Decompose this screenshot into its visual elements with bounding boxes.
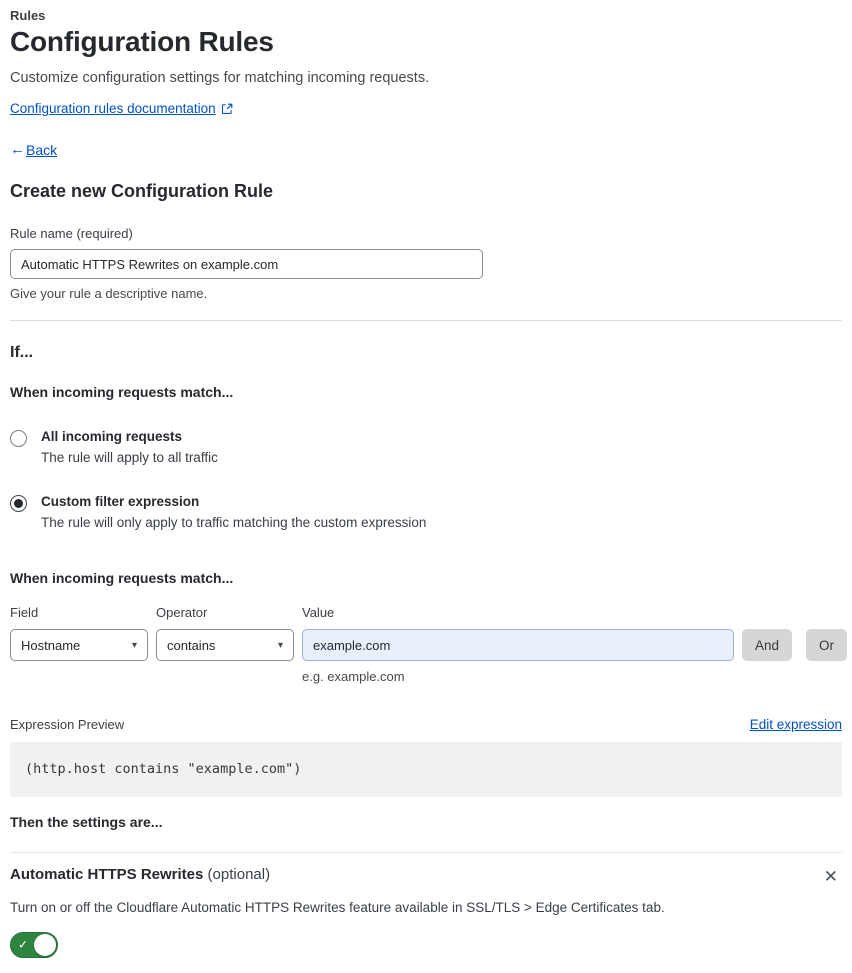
spacer-label bbox=[742, 605, 847, 620]
back-link[interactable]: Back bbox=[26, 142, 57, 158]
match-heading: When incoming requests match... bbox=[10, 384, 234, 400]
page-title: Configuration Rules bbox=[10, 26, 274, 57]
radio-label: Custom filter expression bbox=[41, 494, 200, 509]
rule-name-group: Rule name (required) Give your rule a de… bbox=[10, 226, 842, 301]
radio-option-custom-filter[interactable]: Custom filter expression The rule will o… bbox=[10, 494, 842, 530]
rule-name-label: Rule name (required) bbox=[10, 226, 133, 241]
field-column: Field Hostname ▾ bbox=[10, 605, 148, 661]
expression-builder-row: Field Hostname ▾ Operator contains ▾ Val… bbox=[10, 605, 848, 684]
and-or-buttons: And Or bbox=[742, 629, 848, 661]
radio-option-text: All incoming requests The rule will appl… bbox=[41, 429, 218, 465]
breadcrumb: Rules bbox=[10, 8, 46, 23]
create-rule-title: Create new Configuration Rule bbox=[10, 181, 274, 201]
expression-preview-row: Expression Preview Edit expression bbox=[10, 717, 842, 732]
value-label: Value bbox=[302, 605, 335, 620]
radio-button-selected[interactable] bbox=[10, 495, 27, 512]
and-or-column: And Or bbox=[742, 605, 848, 661]
close-icon[interactable]: ✕ bbox=[820, 866, 842, 887]
expression-preview-code: (http.host contains "example.com") bbox=[10, 742, 842, 797]
value-help: e.g. example.com bbox=[302, 669, 405, 684]
documentation-link[interactable]: Configuration rules documentation bbox=[10, 101, 216, 116]
radio-button-unselected[interactable] bbox=[10, 430, 27, 447]
value-input[interactable] bbox=[302, 629, 734, 661]
or-button[interactable]: Or bbox=[806, 629, 848, 661]
field-label: Field bbox=[10, 605, 39, 620]
rule-name-help: Give your rule a descriptive name. bbox=[10, 286, 208, 301]
expression-builder-heading: When incoming requests match... bbox=[10, 570, 234, 586]
rule-name-input[interactable] bbox=[10, 249, 483, 279]
radio-dot bbox=[14, 499, 23, 508]
field-select-value: Hostname bbox=[21, 637, 81, 653]
and-button[interactable]: And bbox=[742, 629, 793, 661]
setting-description: Turn on or off the Cloudflare Automatic … bbox=[10, 900, 665, 915]
setting-title: Automatic HTTPS Rewrites bbox=[10, 866, 204, 883]
field-select[interactable]: Hostname ▾ bbox=[10, 629, 148, 661]
automatic-https-rewrites-toggle[interactable]: ✓ bbox=[10, 932, 58, 958]
external-link-icon bbox=[221, 103, 233, 115]
operator-select[interactable]: contains ▾ bbox=[156, 629, 294, 661]
setting-divider bbox=[10, 852, 842, 853]
radio-description: The rule will only apply to traffic matc… bbox=[41, 515, 427, 530]
back-link-row: ← Back bbox=[10, 141, 842, 158]
expression-preview-label: Expression Preview bbox=[10, 717, 125, 732]
radio-option-text: Custom filter expression The rule will o… bbox=[41, 494, 426, 530]
operator-column: Operator contains ▾ bbox=[156, 605, 294, 661]
configuration-rules-page: Rules Configuration Rules Customize conf… bbox=[0, 0, 852, 973]
chevron-down-icon: ▾ bbox=[131, 639, 137, 651]
if-section-title: If... bbox=[10, 344, 34, 361]
toggle-knob bbox=[34, 934, 56, 956]
value-column: Value e.g. example.com bbox=[302, 605, 734, 684]
operator-label: Operator bbox=[156, 605, 208, 620]
setting-header: Automatic HTTPS Rewrites (optional) ✕ bbox=[10, 866, 842, 887]
back-arrow-icon: ← bbox=[10, 141, 25, 158]
radio-option-all-requests[interactable]: All incoming requests The rule will appl… bbox=[10, 429, 842, 465]
page-subtitle: Customize configuration settings for mat… bbox=[10, 70, 430, 86]
documentation-link-row: Configuration rules documentation bbox=[10, 101, 842, 116]
setting-title-row: Automatic HTTPS Rewrites (optional) bbox=[10, 866, 270, 883]
then-heading: Then the settings are... bbox=[10, 814, 163, 830]
edit-expression-link[interactable]: Edit expression bbox=[750, 717, 842, 732]
chevron-down-icon: ▾ bbox=[277, 639, 283, 651]
setting-optional-label: (optional) bbox=[203, 866, 271, 883]
check-icon: ✓ bbox=[18, 937, 29, 952]
operator-select-value: contains bbox=[167, 637, 216, 653]
radio-description: The rule will apply to all traffic bbox=[41, 450, 218, 465]
radio-label: All incoming requests bbox=[41, 429, 183, 444]
section-divider bbox=[10, 320, 842, 321]
setting-automatic-https-rewrites: Automatic HTTPS Rewrites (optional) ✕ Tu… bbox=[10, 839, 842, 963]
